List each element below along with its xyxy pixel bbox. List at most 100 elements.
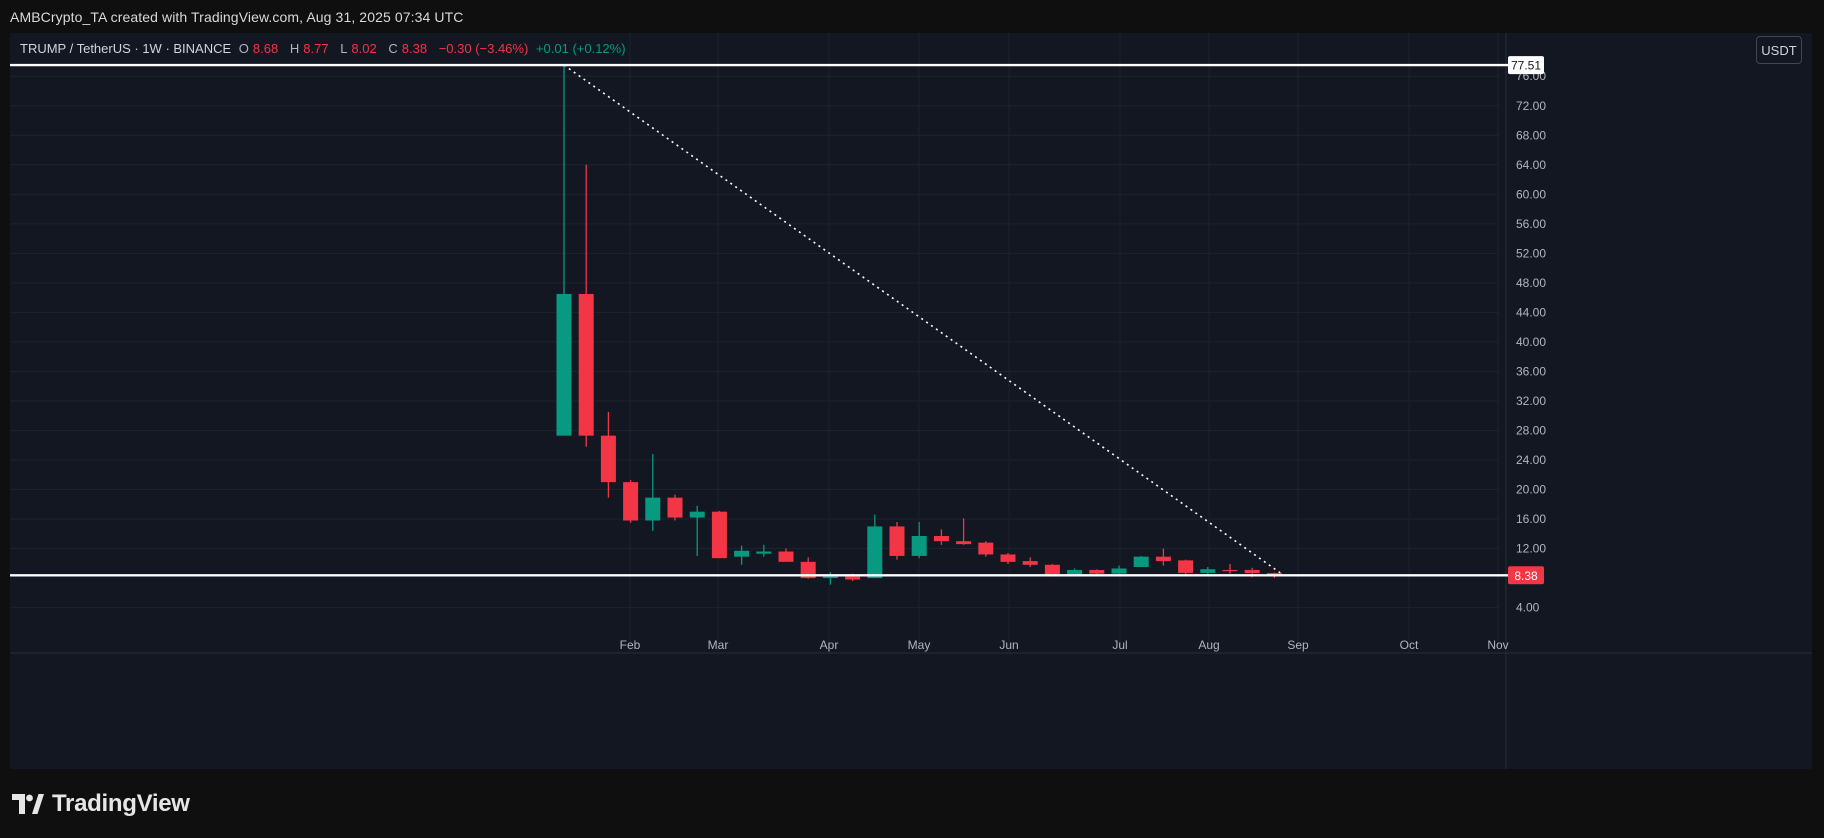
- candle: [711, 510, 727, 559]
- candle-body: [756, 551, 772, 554]
- candle: [1133, 555, 1149, 568]
- candle: [578, 164, 594, 447]
- tradingview-logo-icon: [12, 794, 44, 814]
- y-tick-label: 52.00: [1516, 246, 1546, 260]
- y-tick-label: 64.00: [1516, 158, 1546, 172]
- candle-body: [845, 576, 861, 580]
- time-axis[interactable]: Feb Mar Apr May Jun Jul Aug Sep Oct Nov: [620, 638, 1509, 652]
- ohlc-open: O 8.68: [238, 41, 279, 56]
- candle: [956, 518, 972, 545]
- candle-body: [1133, 556, 1149, 568]
- candle-body: [911, 536, 927, 556]
- candle-body: [933, 536, 949, 542]
- candle-body: [1178, 560, 1194, 573]
- candle: [756, 544, 772, 557]
- candle-body: [645, 497, 661, 521]
- price-axis[interactable]: 4.00 12.00 16.00 20.00 24.00 28.00 32.00 36.00 4…: [1516, 69, 1546, 614]
- candle-body: [711, 511, 727, 559]
- y-tick-label: 60.00: [1516, 187, 1546, 201]
- candle-body: [889, 526, 905, 556]
- candle: [1111, 565, 1127, 576]
- x-tick-label: Apr: [820, 638, 839, 652]
- x-tick-label: Jul: [1112, 638, 1127, 652]
- candle-body: [1222, 569, 1238, 572]
- y-tick-label: 16.00: [1516, 512, 1546, 526]
- x-tick-label: Mar: [708, 638, 729, 652]
- candle: [1155, 548, 1171, 566]
- y-tick-label: 12.00: [1516, 542, 1546, 556]
- currency-button[interactable]: USDT: [1756, 36, 1802, 64]
- price-change: −0.30 (−3.46%): [438, 41, 529, 56]
- y-tick-label: 72.00: [1516, 99, 1546, 113]
- candle: [1222, 564, 1238, 574]
- candle: [889, 521, 905, 560]
- price-label-text: 8.38: [1514, 569, 1538, 583]
- symbol-legend[interactable]: TRUMP / TetherUS · 1W · BINANCE O 8.68 H8…: [20, 41, 630, 56]
- candle-body: [734, 550, 750, 557]
- candle-body: [1067, 569, 1083, 575]
- candle: [1022, 557, 1038, 568]
- candle-body: [1089, 569, 1105, 574]
- logo-wordmark: TradingView: [52, 790, 190, 817]
- y-tick-label: 40.00: [1516, 335, 1546, 349]
- candle-body: [822, 576, 838, 579]
- y-tick-label: 36.00: [1516, 364, 1546, 378]
- candle-body: [1155, 556, 1171, 562]
- x-tick-label: Aug: [1198, 638, 1219, 652]
- ohlc-high: H 8.77: [289, 41, 329, 56]
- y-tick-label: 24.00: [1516, 453, 1546, 467]
- candle: [1000, 552, 1016, 565]
- x-tick-label: Jun: [999, 638, 1018, 652]
- x-tick-label: Nov: [1487, 638, 1508, 652]
- y-tick-label: 28.00: [1516, 423, 1546, 437]
- candle-body: [956, 541, 972, 545]
- candle: [623, 479, 639, 523]
- horizontal-levels: [10, 63, 1508, 577]
- candle: [933, 529, 949, 545]
- y-tick-label: 44.00: [1516, 305, 1546, 319]
- price-label-text: 77.51: [1511, 59, 1541, 73]
- chart-credit: AMBCrypto_TA created with TradingView.co…: [10, 9, 464, 25]
- candle: [667, 494, 683, 521]
- candle: [1178, 559, 1194, 575]
- secondary-change: +0.01 (+0.12%): [535, 41, 626, 56]
- candle-body: [1111, 568, 1127, 574]
- x-tick-label: Oct: [1400, 638, 1419, 652]
- candle-body: [1000, 554, 1016, 562]
- candle-body: [600, 435, 616, 483]
- candle-body: [1044, 564, 1060, 576]
- tradingview-logo[interactable]: TradingView: [12, 790, 190, 818]
- ohlc-close: C 8.38: [388, 41, 428, 56]
- x-tick-label: May: [908, 638, 931, 652]
- candle: [600, 412, 616, 498]
- candle-body: [778, 551, 794, 562]
- candle: [822, 572, 838, 585]
- y-tick-label: 4.00: [1516, 601, 1540, 615]
- candle: [978, 541, 994, 557]
- y-tick-label: 32.00: [1516, 394, 1546, 408]
- candle: [645, 454, 661, 531]
- y-tick-label: 68.00: [1516, 128, 1546, 142]
- candle: [911, 521, 927, 559]
- candle-body: [1244, 569, 1260, 574]
- y-tick-label: 48.00: [1516, 276, 1546, 290]
- candle-body: [623, 482, 639, 521]
- candle: [556, 65, 572, 436]
- symbol-title: TRUMP / TetherUS · 1W · BINANCE: [20, 41, 232, 56]
- x-tick-label: Sep: [1287, 638, 1309, 652]
- candle-body: [556, 293, 572, 436]
- chart-frame[interactable]: 4.00 12.00 16.00 20.00 24.00 28.00 32.00 36.00 4…: [10, 33, 1812, 769]
- candle-body: [978, 542, 994, 555]
- candle-body: [578, 293, 594, 436]
- candlestick-chart[interactable]: 4.00 12.00 16.00 20.00 24.00 28.00 32.00 36.00 4…: [10, 33, 1812, 769]
- candle-body: [667, 497, 683, 518]
- ohlc-low: L 8.02: [340, 41, 377, 56]
- x-tick-label: Feb: [620, 638, 641, 652]
- candle: [1200, 567, 1216, 575]
- candle: [867, 514, 883, 579]
- candle: [778, 548, 794, 562]
- y-tick-label: 20.00: [1516, 483, 1546, 497]
- candle-body: [1022, 561, 1038, 565]
- y-tick-label: 56.00: [1516, 217, 1546, 231]
- candle-body: [867, 526, 883, 579]
